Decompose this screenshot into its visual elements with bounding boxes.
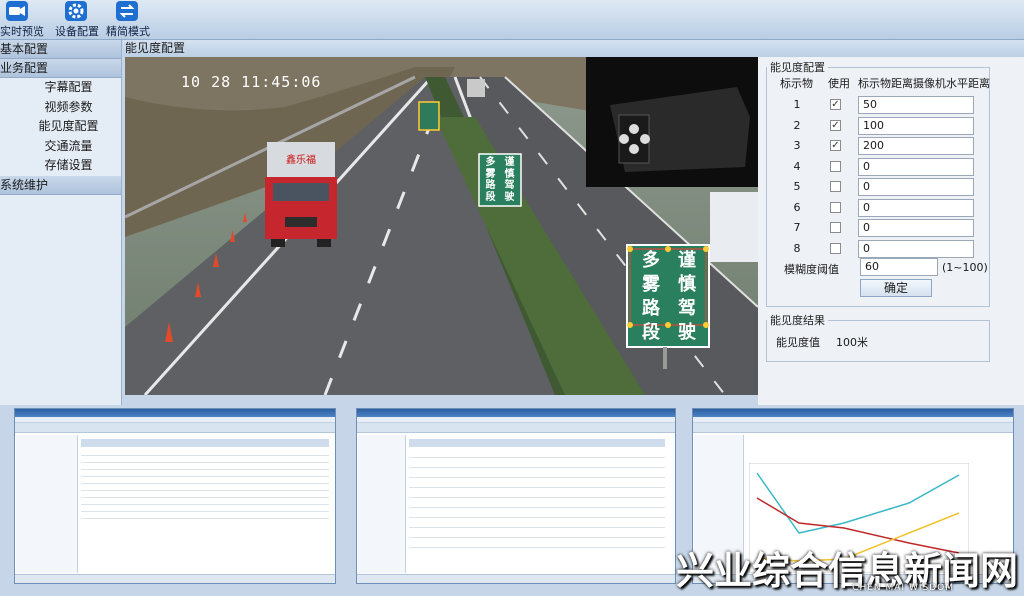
- col-distance-header: 标示物距离摄像机水平距离: [858, 77, 990, 90]
- marker-number: 4: [793, 159, 801, 173]
- sidebar-item-storage[interactable]: 存储设置: [0, 156, 121, 176]
- marker-row: 70: [758, 218, 988, 238]
- gear-icon: [65, 1, 87, 21]
- marker-number: 2: [793, 118, 801, 132]
- marker-number: 1: [793, 98, 801, 111]
- marker-number: 5: [793, 180, 801, 193]
- blur-threshold-label: 模糊度阈值: [784, 263, 839, 276]
- marker-distance-input[interactable]: 50: [858, 96, 974, 114]
- marker-use-checkbox[interactable]: [830, 201, 841, 213]
- marker-row: 50: [758, 177, 988, 197]
- blur-range-hint: (1~100): [942, 261, 988, 274]
- simple-mode-button[interactable]: 精简模式: [106, 0, 150, 40]
- marker-number: 6: [793, 200, 801, 214]
- marker-use-checkbox[interactable]: ✓: [830, 99, 841, 110]
- marker-number: 8: [793, 241, 801, 255]
- video-timestamp: 10 28 11:45:06: [181, 73, 322, 91]
- marker-use-checkbox[interactable]: ✓: [830, 119, 841, 131]
- watermark-sub: CHEN MAI WISDOM: [852, 583, 954, 593]
- marker-use-checkbox[interactable]: [830, 242, 841, 254]
- confirm-button[interactable]: 确定: [860, 279, 932, 297]
- svg-text:鑫乐福: 鑫乐福: [286, 153, 316, 166]
- sidebar-item-traffic[interactable]: 交通流量: [0, 137, 121, 157]
- visibility-panel: 能见度配置 标示物 使用 标示物距离摄像机水平距离 1 ✓ 50 2 ✓ 100 3 ✓ 200…: [758, 57, 1024, 405]
- marker-distance-input[interactable]: 0: [858, 178, 974, 196]
- visibility-value-label: 能见度值: [776, 336, 820, 349]
- marker-distance-input[interactable]: 0: [858, 198, 974, 217]
- sidebar-item-video-params[interactable]: 视频参数: [0, 98, 121, 118]
- device-config-button[interactable]: 设备配置: [55, 0, 99, 40]
- marker-distance-input[interactable]: 100: [858, 116, 974, 135]
- realtime-preview-button[interactable]: 实时预览: [0, 0, 44, 40]
- thumbnail-detail-screen[interactable]: [356, 408, 676, 584]
- marker-number: 7: [793, 221, 801, 234]
- watermark: 兴业综合信息新闻网: [675, 549, 1018, 593]
- marker-row: 60: [758, 198, 988, 218]
- menu-cat-basic[interactable]: 基本配置: [0, 40, 121, 59]
- thumbnail-table-screen[interactable]: [14, 408, 336, 584]
- marker-use-checkbox[interactable]: [830, 160, 841, 172]
- marker-distance-input[interactable]: 200: [858, 137, 974, 155]
- toolbar: 实时预览 设备配置 精简模式: [0, 0, 1024, 40]
- video-preview[interactable]: 鑫乐福 10 28 11:45:06 多 谨 雾 慎 路 驾 段 驶 多 谨 雾…: [125, 57, 758, 395]
- marker-distance-input[interactable]: 0: [858, 219, 974, 237]
- marker-row: 2 ✓ 100: [758, 116, 988, 136]
- marker-use-checkbox[interactable]: [830, 181, 841, 192]
- sign-marker-3: 多谨 雾慎 路驾 段驶: [642, 250, 696, 343]
- marker-use-checkbox[interactable]: [830, 222, 841, 233]
- marker-row: 80: [758, 239, 988, 259]
- sign-marker-2: 多谨 雾慎 路驾 段驶: [485, 157, 515, 203]
- camera-icon: [6, 1, 28, 21]
- marker-use-checkbox[interactable]: ✓: [830, 140, 841, 151]
- marker-distance-input[interactable]: 0: [858, 157, 974, 176]
- marker-row: 3 ✓ 200: [758, 136, 988, 156]
- sidebar-item-visibility[interactable]: 能见度配置: [0, 117, 121, 137]
- col-use-header: 使用: [828, 77, 850, 90]
- sidebar-item-subtitle[interactable]: 字幕配置: [0, 78, 121, 98]
- blur-threshold-input[interactable]: 60: [860, 258, 938, 276]
- page-title: 能见度配置: [123, 40, 1024, 57]
- swap-icon: [116, 1, 138, 21]
- marker-distance-input[interactable]: 0: [858, 239, 974, 258]
- marker-row: 40: [758, 157, 988, 177]
- marker-number: 3: [793, 139, 801, 152]
- menu-cat-maintenance[interactable]: 系统维护: [0, 175, 121, 195]
- marker-row: 1 ✓ 50: [758, 95, 988, 115]
- menu-cat-business[interactable]: 业务配置: [0, 59, 121, 78]
- visibility-value: 100米: [836, 336, 868, 349]
- col-marker-header: 标示物: [780, 77, 813, 90]
- sidebar: 基本配置 业务配置 字幕配置 视频参数 能见度配置 交通流量 存储设置 系统维护: [0, 40, 122, 405]
